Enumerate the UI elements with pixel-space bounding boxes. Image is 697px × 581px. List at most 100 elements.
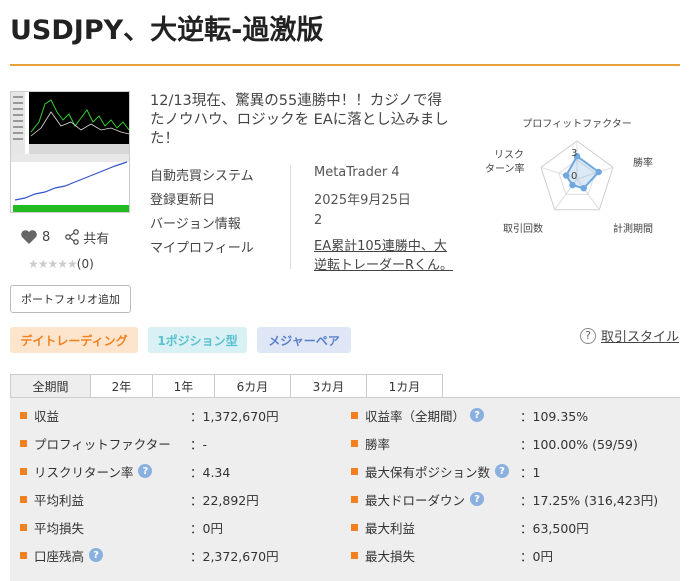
tab-2-years[interactable]: 2年 bbox=[90, 374, 153, 398]
tag-single-position[interactable]: 1ポジション型 bbox=[148, 327, 247, 353]
info-value: 2 bbox=[314, 213, 323, 228]
radar-tick-min: 0 bbox=[571, 171, 577, 182]
bullet-marker bbox=[351, 439, 358, 447]
stat-value: ：0円 bbox=[190, 520, 223, 536]
info-divider bbox=[290, 165, 291, 269]
tab-6-months[interactable]: 6カ月 bbox=[214, 374, 291, 398]
like-count: 8 bbox=[42, 229, 51, 245]
stat-value: ：100.00% (59/59) bbox=[520, 436, 638, 452]
info-value: MetaTrader 4 bbox=[314, 165, 400, 180]
stat-label: 収益 bbox=[34, 408, 60, 424]
stat-row: 口座残高 ? bbox=[20, 544, 104, 566]
tag-major-pair[interactable]: メジャーペア bbox=[257, 327, 351, 353]
stat-value: ：4.34 bbox=[190, 464, 231, 480]
stat-value: ：109.35% bbox=[520, 408, 589, 424]
radar-label-winrate: 勝率 bbox=[633, 156, 653, 169]
ea-description: 12/13現在、驚異の55連勝中！！カジノで得たノウハウ、ロジックを EAに落と… bbox=[150, 93, 449, 147]
stat-label: 平均損失 bbox=[34, 520, 85, 536]
bullet-marker bbox=[20, 551, 27, 559]
stats-panel: 収益 ：1,372,670円 プロフィットファクター ：- リスクリターン率 ?… bbox=[10, 397, 680, 581]
bullet-marker bbox=[351, 467, 358, 475]
bullet-marker bbox=[20, 523, 27, 531]
info-key: 自動売買システム bbox=[150, 169, 254, 184]
stat-row: 勝率 bbox=[351, 432, 390, 454]
stat-label: 収益率（全期間） bbox=[365, 408, 466, 424]
stat-value: ：63,500円 bbox=[520, 520, 589, 536]
help-icon[interactable]: ? bbox=[495, 464, 510, 478]
stat-row: 最大保有ポジション数 ? bbox=[351, 460, 510, 482]
radar-label-risk-line2: ターン率 bbox=[485, 162, 525, 175]
radar-point-win bbox=[595, 168, 602, 176]
bullet-marker bbox=[351, 551, 358, 559]
rating: ★★★★★ (0) bbox=[28, 257, 94, 271]
radar-point-risk bbox=[563, 172, 570, 179]
stat-value: ：17.25% (316,423円) bbox=[520, 492, 659, 508]
radar-label-trades: 取引回数 bbox=[503, 222, 543, 235]
radar-label-pf: プロフィットファクター bbox=[522, 118, 631, 130]
page-title: USDJPY、大逆転-過激版 bbox=[10, 15, 324, 46]
bullet-marker bbox=[20, 495, 27, 503]
trade-style-label: 取引スタイル bbox=[601, 330, 680, 345]
stat-row: プロフィットファクター bbox=[20, 432, 171, 454]
info-key: バージョン情報 bbox=[150, 217, 241, 232]
performance-radar-chart: 3 0 プロフィットファクター 勝率 計測期間 取引回数 リスク ターン率 bbox=[485, 118, 653, 235]
rating-stars: ★★★★★ bbox=[28, 257, 78, 271]
radar-point-trades bbox=[569, 181, 576, 189]
stat-value: ：2,372,670円 bbox=[190, 548, 279, 564]
stat-row: 最大ドローダウン ? bbox=[351, 488, 485, 510]
radar-tick-max: 3 bbox=[571, 148, 577, 159]
tab-1-year[interactable]: 1年 bbox=[152, 374, 215, 398]
radar-label-period: 計測期間 bbox=[613, 222, 653, 235]
info-value: 2025年9月25日 bbox=[314, 193, 411, 208]
bullet-marker bbox=[20, 467, 27, 475]
help-icon[interactable]: ? bbox=[470, 408, 485, 422]
bullet-marker bbox=[351, 411, 358, 419]
share-label: 共有 bbox=[83, 231, 110, 247]
add-portfolio-button[interactable]: ポートフォリオ追加 bbox=[10, 285, 131, 313]
tab-all-period[interactable]: 全期間 bbox=[10, 374, 91, 398]
trade-style-link[interactable]: ? 取引スタイル bbox=[580, 326, 679, 345]
stat-row: 平均利益 bbox=[20, 488, 84, 510]
stat-row: 平均損失 bbox=[20, 516, 84, 538]
stat-label: プロフィットファクター bbox=[34, 436, 171, 452]
stat-label: 最大利益 bbox=[365, 520, 416, 536]
stat-value: ：0円 bbox=[520, 548, 553, 564]
info-key: 登録更新日 bbox=[150, 193, 216, 208]
info-key: マイプロフィール bbox=[150, 241, 254, 256]
question-icon: ? bbox=[580, 327, 596, 344]
tab-3-months[interactable]: 3カ月 bbox=[290, 374, 367, 398]
rating-count: (0) bbox=[76, 257, 94, 271]
bullet-marker bbox=[20, 439, 27, 447]
share-icon bbox=[65, 229, 80, 245]
stat-value: ：1 bbox=[520, 464, 541, 480]
like-button[interactable]: 8 bbox=[20, 229, 50, 245]
share-button[interactable]: 共有 bbox=[64, 228, 109, 247]
stat-row: 最大損失 bbox=[351, 544, 415, 566]
stat-label: 平均利益 bbox=[34, 492, 85, 508]
help-icon[interactable]: ? bbox=[138, 464, 153, 478]
radar-point-period bbox=[580, 185, 587, 192]
stat-label: 最大損失 bbox=[365, 548, 416, 564]
period-tabs: 全期間 2年 1年 6カ月 3カ月 1カ月 bbox=[10, 374, 443, 398]
bullet-marker bbox=[351, 523, 358, 531]
stat-row: 収益 bbox=[20, 404, 59, 426]
stat-label: 勝率 bbox=[365, 436, 391, 452]
social-actions: 8 共有 bbox=[20, 227, 109, 247]
stat-label: 最大ドローダウン bbox=[365, 492, 466, 508]
profile-link[interactable]: EA累計105連勝中、大逆転トレーダーRくん。 bbox=[314, 237, 454, 275]
help-icon[interactable]: ? bbox=[470, 492, 485, 506]
chart-thumbnail-image bbox=[11, 92, 129, 212]
stat-row: 収益率（全期間） ? bbox=[351, 404, 485, 426]
heart-icon bbox=[21, 230, 37, 244]
stat-value: ：1,372,670円 bbox=[190, 408, 279, 424]
stat-row: リスクリターン率 ? bbox=[20, 460, 153, 482]
tag-day-trading[interactable]: デイトレーディング bbox=[10, 327, 138, 353]
help-icon[interactable]: ? bbox=[89, 548, 104, 562]
stat-label: 口座残高 bbox=[34, 548, 85, 564]
radar-label-risk-line1: リスク bbox=[494, 149, 524, 161]
ea-screenshot-thumbnail[interactable] bbox=[10, 91, 130, 213]
tab-1-month[interactable]: 1カ月 bbox=[366, 374, 443, 398]
title-divider bbox=[10, 64, 680, 66]
stat-row: 最大利益 bbox=[351, 516, 415, 538]
stat-label: リスクリターン率 bbox=[34, 464, 134, 480]
